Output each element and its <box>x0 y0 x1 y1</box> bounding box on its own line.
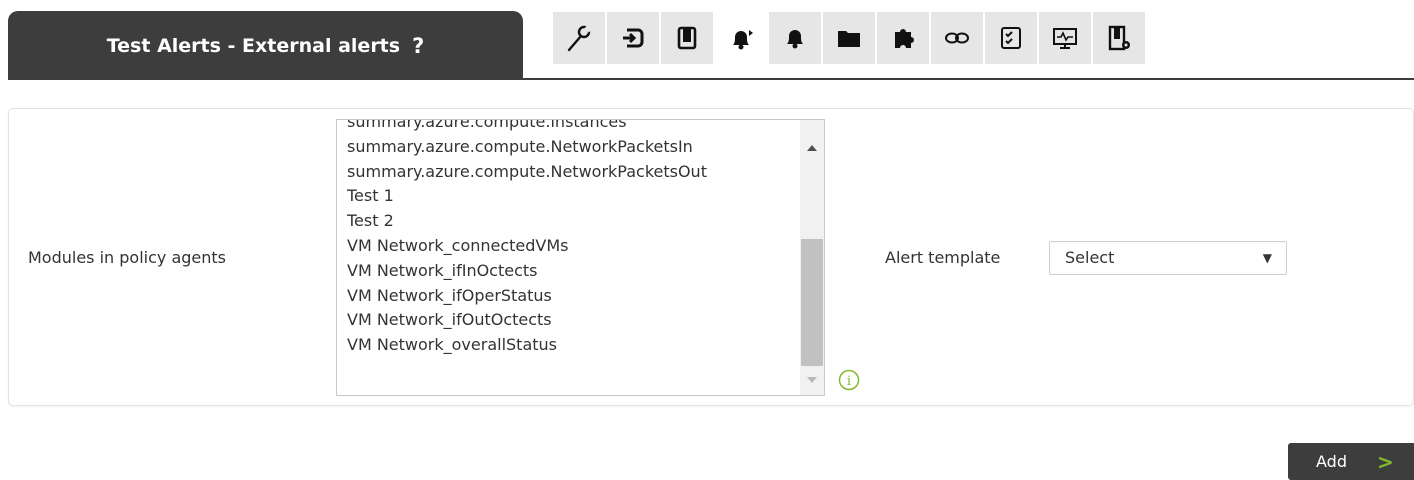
settings-icon <box>1108 25 1130 51</box>
modules-option[interactable]: Test 1 <box>347 184 797 209</box>
add-button-label: Add <box>1316 452 1347 471</box>
modules-option[interactable]: VM Network_ifOperStatus <box>347 284 797 309</box>
tab-login[interactable] <box>607 12 659 64</box>
modules-option-list: summary.azure.compute.instances summary.a… <box>347 120 797 358</box>
alert-form: Modules in policy agents summary.azure.c… <box>8 108 1414 406</box>
dropdown-caret-icon: ▼ <box>1262 251 1272 265</box>
modules-option[interactable]: summary.azure.compute.NetworkPacketsOut <box>347 160 797 185</box>
info-icon[interactable]: i <box>838 369 860 391</box>
tab-settings[interactable] <box>1093 12 1145 64</box>
bell-icon <box>787 30 803 49</box>
info-glyph: i <box>847 374 851 389</box>
help-icon[interactable]: ? <box>412 34 424 58</box>
page-title-tab: Test Alerts - External alerts ? <box>8 11 523 80</box>
login-icon <box>623 28 644 48</box>
page-title: Test Alerts - External alerts <box>106 34 401 57</box>
toolbar <box>553 12 1147 66</box>
tab-wrench[interactable] <box>553 12 605 64</box>
header-divider <box>8 78 1414 80</box>
chevron-right-icon: > <box>1376 449 1394 474</box>
monitor-icon <box>1053 28 1077 49</box>
modules-option[interactable]: summary.azure.compute.instances <box>347 120 797 135</box>
scroll-down-arrow-icon[interactable] <box>807 377 817 383</box>
tab-folder[interactable] <box>823 12 875 64</box>
plugin-icon <box>895 29 914 48</box>
copy-icon <box>677 26 697 50</box>
tab-alerts[interactable] <box>769 12 821 64</box>
scroll-thumb[interactable] <box>801 239 823 366</box>
external-alerts-icon <box>733 30 753 50</box>
alert-template-value: Select <box>1065 248 1115 267</box>
modules-option[interactable]: summary.azure.compute.NetworkPacketsIn <box>347 135 797 160</box>
modules-option[interactable]: VM Network_ifOutOctects <box>347 308 797 333</box>
modules-option[interactable]: VM Network_ifInOctects <box>347 259 797 284</box>
folder-icon <box>838 31 860 47</box>
alert-template-select[interactable]: Select ▼ <box>1049 241 1287 275</box>
scroll-up-arrow-icon[interactable] <box>807 145 817 151</box>
alert-template-label: Alert template <box>885 248 1001 267</box>
modules-listbox[interactable]: summary.azure.compute.instances summary.a… <box>336 119 825 396</box>
tab-checklist[interactable] <box>985 12 1037 64</box>
modules-option[interactable]: Test 2 <box>347 209 797 234</box>
add-button[interactable]: Add > <box>1288 443 1414 480</box>
tab-external-alerts[interactable] <box>715 12 767 66</box>
wrench-icon <box>567 24 593 52</box>
link-icon <box>945 32 969 44</box>
tab-copy[interactable] <box>661 12 713 64</box>
checklist-icon <box>1001 27 1021 49</box>
modules-option[interactable]: VM Network_overallStatus <box>347 333 797 358</box>
tab-links[interactable] <box>931 12 983 64</box>
tab-monitor[interactable] <box>1039 12 1091 64</box>
modules-option[interactable]: VM Network_connectedVMs <box>347 234 797 259</box>
tab-plugins[interactable] <box>877 12 929 64</box>
listbox-scrollbar[interactable] <box>800 120 824 395</box>
